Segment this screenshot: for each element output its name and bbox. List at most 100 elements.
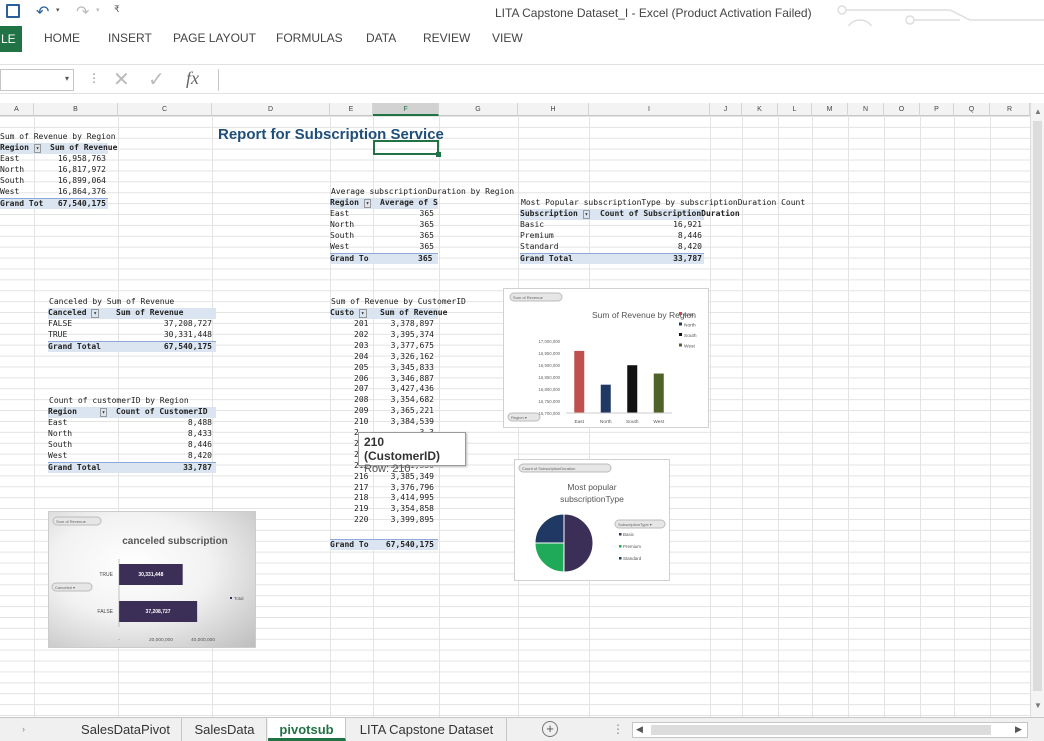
tab-view[interactable]: VIEW <box>492 31 523 45</box>
sheet-scroll-left-icon[interactable]: › <box>22 724 25 734</box>
pivot-header-subscription[interactable]: Subscription <box>520 209 578 218</box>
column-header-d[interactable]: D <box>212 103 330 116</box>
column-header-k[interactable]: K <box>742 103 778 116</box>
customize-qat-icon[interactable]: ₹ <box>114 4 120 15</box>
pivot-row[interactable]: FALSE 37,208,727 <box>48 319 216 330</box>
column-header-c[interactable]: C <box>118 103 212 116</box>
pivot-row[interactable]: 219 3,354,858 <box>330 504 438 515</box>
tab-home[interactable]: HOME <box>44 31 80 45</box>
column-header-l[interactable]: L <box>778 103 812 116</box>
filter-dropdown-icon[interactable]: ▾ <box>91 309 99 318</box>
pivot-row[interactable]: South 8,446 <box>48 440 216 451</box>
chart-revenue-by-region[interactable]: Sum of Revenue Sum of Revenue by Region 17… <box>503 288 709 428</box>
column-header-r[interactable]: R <box>990 103 1030 116</box>
chart-popular-subscription[interactable]: Count of SubscriptionDuration Most popula… <box>514 459 670 581</box>
column-header-f[interactable]: F <box>373 103 439 116</box>
pivot-row[interactable]: North 8,433 <box>48 429 216 440</box>
pivot-row[interactable]: East 16,958,763 <box>0 154 108 165</box>
more-sheets-icon[interactable]: ⋮ <box>612 722 624 736</box>
filter-dropdown-icon[interactable]: ▾ <box>363 199 372 208</box>
undo-icon[interactable]: ↶ <box>36 2 49 22</box>
enter-icon[interactable]: ✓ <box>148 67 165 92</box>
pivot-row[interactable]: 218 3,414,995 <box>330 493 438 504</box>
undo-dropdown-icon[interactable]: ▾ <box>56 6 60 14</box>
filter-dropdown-icon[interactable]: ▾ <box>582 210 591 219</box>
redo-icon[interactable]: ↷ <box>76 2 89 22</box>
pivot-header-customer[interactable]: Custo <box>330 308 354 317</box>
scroll-down-icon[interactable]: ▼ <box>1034 701 1042 710</box>
sheet-tab-lita-capstone-dataset[interactable]: LITA Capstone Dataset <box>347 718 507 741</box>
tab-file[interactable]: LE <box>0 26 22 52</box>
tab-formulas[interactable]: FORMULAS <box>276 31 343 45</box>
redo-dropdown-icon[interactable]: ▾ <box>96 6 100 14</box>
horizontal-scrollbar[interactable]: ◀ ▶ <box>632 722 1028 738</box>
pivot-row[interactable]: North 365 <box>330 220 438 231</box>
cancel-icon[interactable]: ✕ <box>113 67 130 92</box>
tab-insert[interactable]: INSERT <box>108 31 152 45</box>
pivot-row[interactable]: 217 3,376,796 <box>330 483 438 494</box>
fill-handle[interactable] <box>436 152 441 157</box>
column-header-p[interactable]: P <box>920 103 954 116</box>
tab-page-layout[interactable]: PAGE LAYOUT <box>173 31 256 45</box>
pivot-header-canceled[interactable]: Canceled <box>48 308 87 317</box>
sheet-tab-salesdatapivot[interactable]: SalesDataPivot <box>70 718 182 741</box>
more-options-icon[interactable]: ⋮ <box>88 71 100 85</box>
tab-data[interactable]: DATA <box>366 31 396 45</box>
selected-cell[interactable] <box>373 140 439 155</box>
column-header-q[interactable]: Q <box>954 103 990 116</box>
pivot-row[interactable]: West 16,864,376 <box>0 187 108 198</box>
column-header-g[interactable]: G <box>439 103 518 116</box>
pivot-row[interactable]: East 365 <box>330 209 438 220</box>
pivot-row[interactable]: West 365 <box>330 242 438 253</box>
save-icon[interactable] <box>6 4 20 18</box>
column-header-i[interactable]: I <box>589 103 710 116</box>
pivot-row[interactable]: 205 3,345,833 <box>330 363 438 374</box>
hscroll-left-icon[interactable]: ◀ <box>636 724 643 735</box>
pivot-row[interactable]: 204 3,326,162 <box>330 352 438 363</box>
filter-dropdown-icon[interactable]: ▾ <box>33 144 42 153</box>
pivot-row[interactable]: 207 3,427,436 <box>330 384 438 395</box>
pivot-row[interactable]: East 8,488 <box>48 418 216 429</box>
pivot-row[interactable]: 203 3,377,675 <box>330 341 438 352</box>
filter-dropdown-icon[interactable]: ▾ <box>99 408 108 417</box>
pivot-row[interactable]: South 365 <box>330 231 438 242</box>
vertical-scrollbar[interactable]: ▲ ▼ <box>1030 103 1044 717</box>
pivot-row[interactable]: South 16,899,064 <box>0 176 108 187</box>
formula-input[interactable] <box>218 69 1044 91</box>
pivot-header-region[interactable]: Region <box>0 143 29 152</box>
column-header-n[interactable]: N <box>848 103 884 116</box>
hscroll-right-icon[interactable]: ▶ <box>1015 724 1022 735</box>
scroll-thumb[interactable] <box>1033 121 1042 691</box>
chart-canceled-subscription[interactable]: Sum of Revenue canceled subscription Cance… <box>48 511 256 648</box>
pivot-row[interactable]: TRUE 30,331,448 <box>48 330 216 341</box>
pivot-header-region[interactable]: Region <box>48 407 77 416</box>
pivot-row[interactable]: West 8,420 <box>48 451 216 462</box>
name-box[interactable]: ▾ <box>0 69 74 91</box>
pivot-row[interactable]: 206 3,346,887 <box>330 374 438 385</box>
filter-dropdown-icon[interactable]: ▾ <box>358 309 367 318</box>
pivot-row[interactable]: Basic 16,921 <box>520 220 704 231</box>
column-header-e[interactable]: E <box>330 103 373 116</box>
tab-review[interactable]: REVIEW <box>423 31 470 45</box>
pivot-header-region[interactable]: Region <box>330 198 359 207</box>
pivot-row[interactable]: Standard 8,420 <box>520 242 704 253</box>
pivot-row[interactable]: 201 3,378,897 <box>330 319 438 330</box>
pivot-row[interactable]: 202 3,395,374 <box>330 330 438 341</box>
pivot-row[interactable]: 220 3,399,895 <box>330 515 438 526</box>
scroll-up-icon[interactable]: ▲ <box>1034 107 1042 116</box>
hscroll-thumb[interactable] <box>651 725 991 735</box>
column-header-o[interactable]: O <box>884 103 920 116</box>
pivot-row[interactable]: 209 3,365,221 <box>330 406 438 417</box>
sheet-tab-salesdata[interactable]: SalesData <box>183 718 267 741</box>
pivot-row[interactable]: Premium 8,446 <box>520 231 704 242</box>
new-sheet-icon[interactable]: + <box>542 721 558 737</box>
column-header-m[interactable]: M <box>812 103 848 116</box>
column-header-b[interactable]: B <box>34 103 118 116</box>
insert-function-icon[interactable]: fx <box>186 68 199 89</box>
pivot-row[interactable]: 208 3,354,682 <box>330 395 438 406</box>
pivot-row[interactable]: North 16,817,972 <box>0 165 108 176</box>
column-header-j[interactable]: J <box>710 103 742 116</box>
pivot-row[interactable]: 210 3,384,539 <box>330 417 438 428</box>
column-header-a[interactable]: A <box>0 103 34 116</box>
name-box-dropdown-icon[interactable]: ▾ <box>65 74 69 83</box>
